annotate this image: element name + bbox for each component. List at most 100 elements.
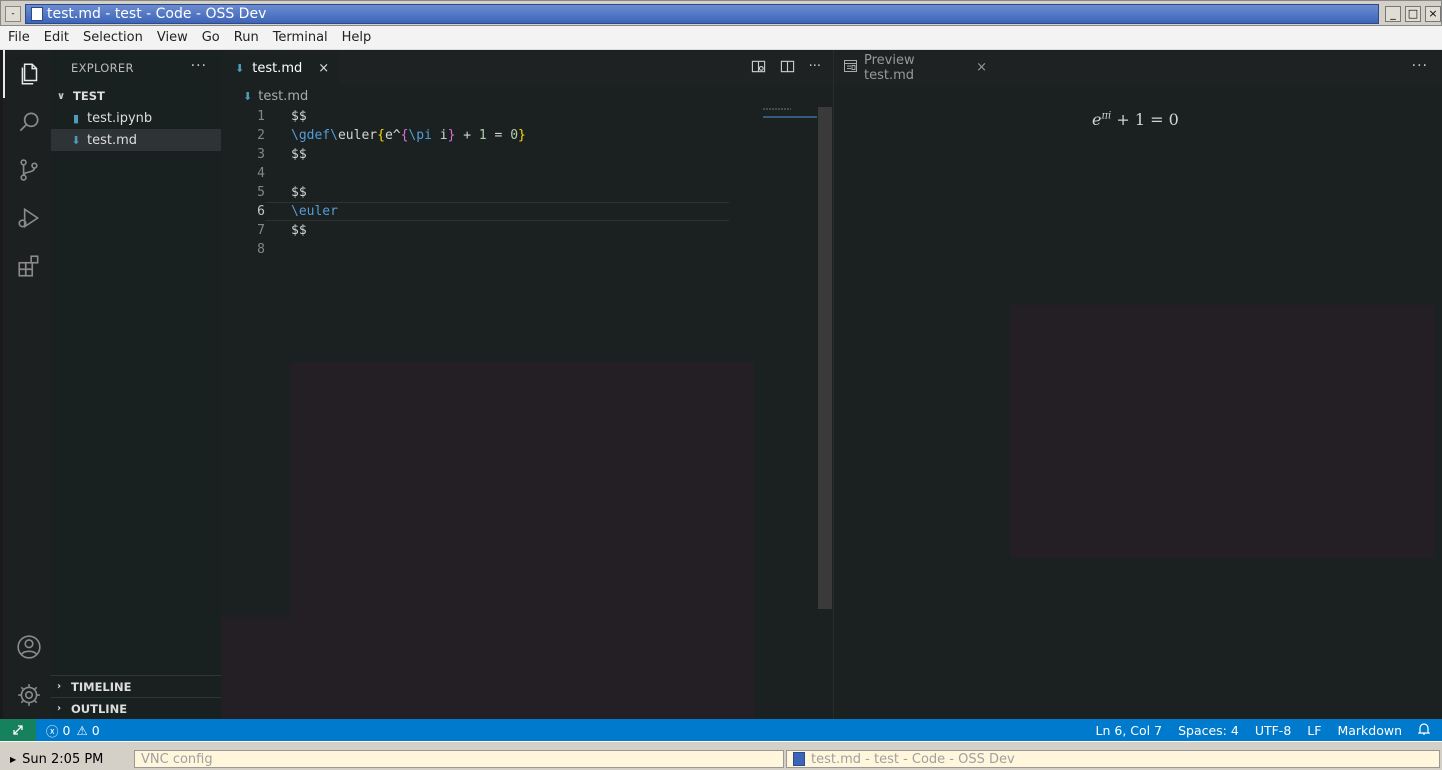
outline-section[interactable]: › OUTLINE — [51, 697, 221, 719]
code-line-current: 6 \euler — [221, 202, 761, 221]
run-debug-icon[interactable] — [3, 194, 54, 242]
taskbar-window-code[interactable]: test.md - test - Code - OSS Dev — [786, 750, 1440, 768]
explorer-header: EXPLORER ··· — [51, 50, 221, 85]
breadcrumb[interactable]: ⬇ test.md — [221, 85, 833, 107]
rendering-artifact — [1010, 305, 1442, 558]
activity-bar — [0, 50, 51, 719]
line-text-highlighted: \gdef\euler{e^{\pi i} + 1 = 0} — [291, 128, 526, 143]
error-icon: ⓧ — [46, 723, 59, 739]
indentation[interactable]: Spaces: 4 — [1178, 723, 1239, 738]
editor-actions: ··· — [751, 59, 821, 78]
menu-file[interactable]: File — [0, 26, 37, 50]
line-text: $$ — [291, 147, 307, 162]
explorer-more-icon[interactable]: ··· — [191, 58, 207, 74]
app-icon — [793, 752, 805, 766]
line-text: \euler — [265, 202, 729, 221]
settings-gear-icon[interactable] — [3, 671, 54, 719]
menu-run[interactable]: Run — [227, 26, 266, 50]
folder-test[interactable]: ∨ TEST — [51, 85, 221, 107]
line-number: 1 — [257, 109, 265, 124]
play-arrow-icon: ▶ — [10, 754, 17, 764]
line-number: 6 — [257, 204, 265, 219]
window-title: test.md - test - Code - OSS Dev — [47, 6, 267, 22]
encoding[interactable]: UTF-8 — [1255, 723, 1291, 738]
file-test-ipynb[interactable]: ▮ test.ipynb — [51, 107, 221, 129]
tab-preview-test-md[interactable]: Preview test.md × — [834, 50, 997, 85]
menu-selection[interactable]: Selection — [76, 26, 150, 50]
code-line: 7 $$ — [221, 221, 761, 240]
file-label: test.ipynb — [87, 110, 153, 126]
line-text: $$ — [291, 223, 307, 238]
outline-label: OUTLINE — [71, 701, 128, 716]
line-number: 8 — [257, 242, 265, 257]
taskbar-window-label: test.md - test - Code - OSS Dev — [811, 751, 1015, 767]
markdown-icon: ⬇ — [235, 61, 245, 75]
window-menu-button[interactable]: - — [5, 6, 21, 22]
line-number: 5 — [257, 185, 265, 200]
warning-count: 0 — [91, 722, 100, 738]
preview-tabs: Preview test.md × ··· — [834, 50, 1442, 85]
app-icon — [31, 7, 43, 21]
extensions-icon[interactable] — [3, 242, 54, 290]
minimap[interactable] — [761, 107, 817, 119]
rendered-equation: eπi + 1 = 0 — [1092, 110, 1179, 129]
more-actions-icon[interactable]: ··· — [1412, 58, 1428, 74]
close-window-button[interactable]: × — [1425, 6, 1441, 22]
menu-go[interactable]: Go — [195, 26, 227, 50]
more-actions-icon[interactable]: ··· — [809, 59, 821, 78]
preview-scrollbar[interactable] — [1435, 85, 1442, 695]
status-right: Ln 6, Col 7 Spaces: 4 UTF-8 LF Markdown — [1096, 719, 1431, 741]
notifications-bell-icon[interactable] — [1417, 722, 1431, 738]
cursor-position[interactable]: Ln 6, Col 7 — [1096, 723, 1163, 738]
math-rest: + 1 = 0 — [1111, 110, 1179, 129]
search-icon[interactable] — [3, 98, 54, 146]
chevron-right-icon: › — [57, 703, 62, 714]
window-titlebar: - test.md - test - Code - OSS Dev _ □ × — [0, 0, 1442, 26]
line-number: 4 — [257, 166, 265, 181]
explorer-icon[interactable] — [3, 50, 54, 98]
chevron-down-icon: ∨ — [57, 90, 66, 102]
line-text: $$ — [291, 109, 307, 124]
editor-tabs: ⬇ test.md × ··· — [221, 50, 833, 85]
timeline-label: TIMELINE — [71, 679, 132, 694]
chevron-right-icon: › — [57, 681, 62, 692]
editor-scrollbar[interactable] — [818, 107, 832, 609]
split-editor-icon[interactable] — [780, 59, 795, 78]
code-area[interactable]: 1 $$ 2 \gdef\euler{e^{\pi i} + 1 = 0} 3 … — [221, 107, 761, 259]
markdown-icon: ⬇ — [243, 89, 253, 103]
line-text: $$ — [291, 185, 307, 200]
menu-help[interactable]: Help — [335, 26, 379, 50]
tab-test-md[interactable]: ⬇ test.md × — [221, 50, 340, 85]
line-number: 3 — [257, 147, 265, 162]
start-menu-button[interactable]: ▶ Sun 2:05 PM — [4, 750, 132, 768]
open-preview-icon[interactable] — [751, 59, 766, 78]
close-tab-icon[interactable]: × — [976, 60, 987, 75]
remote-indicator-icon[interactable] — [0, 719, 36, 741]
close-tab-icon[interactable]: × — [318, 61, 329, 76]
line-number: 7 — [257, 223, 265, 238]
language-mode[interactable]: Markdown — [1337, 723, 1402, 738]
rendering-artifact — [291, 362, 754, 719]
minimize-button[interactable]: _ — [1385, 6, 1401, 22]
code-line: 1 $$ — [221, 107, 761, 126]
explorer-sidebar: EXPLORER ··· ∨ TEST ▮ test.ipynb ⬇ test.… — [51, 50, 221, 719]
problems-indicator[interactable]: ⓧ 0 ⚠ 0 — [36, 721, 100, 740]
maximize-button[interactable]: □ — [1405, 6, 1421, 22]
markdown-icon: ⬇ — [71, 133, 81, 147]
line-number: 2 — [257, 128, 265, 143]
taskbar-window-vnc[interactable]: VNC config — [134, 750, 784, 768]
warning-icon: ⚠ — [76, 722, 88, 738]
folder-label: TEST — [73, 89, 105, 103]
source-control-icon[interactable] — [3, 146, 54, 194]
editor-group: ⬇ test.md × ··· ⬇ test.md 1 $$ 2 \gdef\e… — [221, 50, 833, 719]
menu-edit[interactable]: Edit — [37, 26, 76, 50]
end-of-line[interactable]: LF — [1307, 723, 1321, 738]
file-test-md[interactable]: ⬇ test.md — [51, 129, 221, 151]
account-icon[interactable] — [3, 623, 54, 671]
file-label: test.md — [87, 132, 138, 148]
error-count: 0 — [62, 722, 71, 738]
menu-terminal[interactable]: Terminal — [266, 26, 335, 50]
timeline-section[interactable]: › TIMELINE — [51, 675, 221, 697]
menu-bar: File Edit Selection View Go Run Terminal… — [0, 26, 1442, 50]
menu-view[interactable]: View — [150, 26, 195, 50]
